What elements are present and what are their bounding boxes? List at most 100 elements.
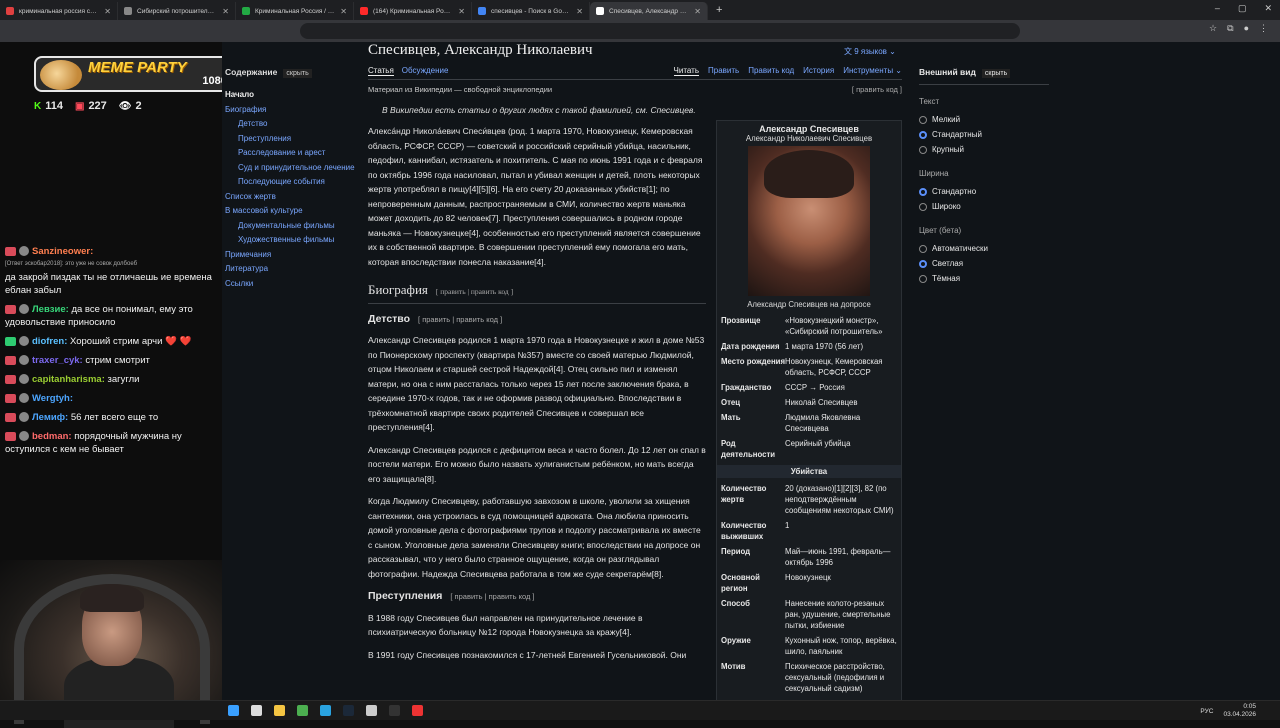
chrome-icon[interactable] xyxy=(297,705,308,716)
toc-link[interactable]: Суд и принудительное лечение xyxy=(230,163,355,172)
appearance-option[interactable]: Автоматически xyxy=(919,241,1049,256)
telegram-icon[interactable] xyxy=(320,705,331,716)
browser-tab[interactable]: криминальная россия спеси ✕ xyxy=(0,2,118,20)
clock[interactable]: 0:05 03.04.2026 xyxy=(1223,703,1256,719)
toc-hide-button[interactable]: скрыть xyxy=(283,69,312,78)
toc-item[interactable]: Преступления xyxy=(222,132,362,147)
appearance-option[interactable]: Стандартно xyxy=(919,184,1049,199)
toc-item[interactable]: Детство xyxy=(222,117,362,132)
chat-username[interactable]: capitanharisma: xyxy=(32,374,108,385)
toc-item[interactable]: Литература xyxy=(222,262,362,277)
browser-tab[interactable]: Сибирский потрошитель Ча ✕ xyxy=(118,2,236,20)
radio-icon[interactable] xyxy=(919,244,927,253)
windows-icon[interactable] xyxy=(228,705,239,716)
app-icon[interactable] xyxy=(412,705,423,716)
close-tab-icon[interactable]: ✕ xyxy=(458,7,465,16)
notes-icon[interactable] xyxy=(366,705,377,716)
page-action[interactable]: Править xyxy=(708,66,739,76)
steam-icon[interactable] xyxy=(343,705,354,716)
page-tab[interactable]: Обсуждение xyxy=(402,66,449,76)
toc-item[interactable]: Примечания xyxy=(222,248,362,263)
explorer-icon[interactable] xyxy=(274,705,285,716)
search-icon[interactable] xyxy=(251,705,262,716)
toc-link[interactable]: Детство xyxy=(230,119,267,128)
toc-item[interactable]: Документальные фильмы xyxy=(222,219,362,234)
appearance-option[interactable]: Широко xyxy=(919,199,1049,214)
toc-link[interactable]: Список жертв xyxy=(225,192,276,201)
page-action[interactable]: Читать xyxy=(673,66,699,76)
obs-icon[interactable] xyxy=(389,705,400,716)
radio-icon[interactable] xyxy=(919,202,927,211)
page-action[interactable]: История xyxy=(803,66,834,76)
toc-item[interactable]: Последующие события xyxy=(222,175,362,190)
toc-item[interactable]: Ссылки xyxy=(222,277,362,292)
browser-tab[interactable]: спесивцев - Поиск в Google ✕ xyxy=(472,2,590,20)
appearance-option[interactable]: Крупный xyxy=(919,142,1049,157)
radio-icon[interactable] xyxy=(919,274,927,283)
star-icon[interactable]: ☆ xyxy=(1209,23,1217,34)
menu-icon[interactable]: ⋮ xyxy=(1259,23,1268,34)
close-tab-icon[interactable]: ✕ xyxy=(222,7,229,16)
close-window-icon[interactable]: ✕ xyxy=(1264,3,1272,14)
languages-button[interactable]: 文 9 языков ⌄ xyxy=(844,46,896,57)
appearance-option[interactable]: Мелкий xyxy=(919,112,1049,127)
page-action[interactable]: Инструменты ⌄ xyxy=(843,66,902,76)
chat-username[interactable]: Левзие: xyxy=(32,304,71,315)
browser-tab[interactable]: Спесивцев, Александр Никол ✕ xyxy=(590,2,708,20)
radio-icon[interactable] xyxy=(919,145,927,154)
appearance-option[interactable]: Тёмная xyxy=(919,271,1049,286)
chat-username[interactable]: traxer_cyk: xyxy=(32,355,85,366)
close-tab-icon[interactable]: ✕ xyxy=(576,7,583,16)
minimize-icon[interactable]: – xyxy=(1215,3,1220,14)
toc-link[interactable]: Биография xyxy=(225,105,266,114)
chat-username[interactable]: Wergtyh: xyxy=(32,393,73,404)
page-action[interactable]: Править код xyxy=(748,66,794,76)
toc-link[interactable]: Последующие события xyxy=(230,177,325,186)
toc-item[interactable]: В массовой культуре xyxy=(222,204,362,219)
appearance-option[interactable]: Светлая xyxy=(919,256,1049,271)
edit-link[interactable]: [ править | править код ] xyxy=(450,592,534,601)
infobox-label: Мотив xyxy=(721,662,746,671)
toc-item[interactable]: Биография xyxy=(222,103,362,118)
radio-icon[interactable] xyxy=(919,187,927,196)
toc-link[interactable]: В массовой культуре xyxy=(225,206,303,215)
radio-icon[interactable] xyxy=(919,115,927,124)
maximize-icon[interactable]: ▢ xyxy=(1238,3,1247,14)
close-tab-icon[interactable]: ✕ xyxy=(104,7,111,16)
toc-link[interactable]: Ссылки xyxy=(225,279,253,288)
chat-username[interactable]: bedman: xyxy=(32,431,74,442)
toc-item[interactable]: Начало xyxy=(222,88,362,103)
toc-link[interactable]: Примечания xyxy=(225,250,271,259)
chat-username[interactable]: Sanzineower: xyxy=(32,246,93,257)
radio-icon[interactable] xyxy=(919,130,927,139)
toc-item[interactable]: Суд и принудительное лечение xyxy=(222,161,362,176)
paragraph: Александр Спесивцев родился с дефицитом … xyxy=(368,444,706,484)
toc-item[interactable]: Художественные фильмы xyxy=(222,233,362,248)
toc-link[interactable]: Художественные фильмы xyxy=(230,235,334,244)
toc-link[interactable]: Литература xyxy=(225,264,268,273)
toc-link[interactable]: Преступления xyxy=(230,134,291,143)
toc-link[interactable]: Документальные фильмы xyxy=(230,221,335,230)
new-tab-button[interactable]: + xyxy=(708,4,730,16)
appearance-hide-button[interactable]: скрыть xyxy=(981,69,1011,78)
toc-link[interactable]: Расследование и арест xyxy=(230,148,325,157)
toc-item[interactable]: Расследование и арест xyxy=(222,146,362,161)
close-tab-icon[interactable]: ✕ xyxy=(694,7,701,16)
browser-tab[interactable]: (164) Криминальная Росси ✕ xyxy=(354,2,472,20)
edit-link[interactable]: [ править | править код ] xyxy=(418,315,502,324)
edit-code-link[interactable]: [ править код ] xyxy=(852,85,902,94)
page-tab[interactable]: Статья xyxy=(368,66,394,76)
chat-username[interactable]: diofren: xyxy=(32,336,70,347)
infobox-photo[interactable] xyxy=(748,146,870,296)
extensions-icon[interactable]: ⧉ xyxy=(1227,23,1233,34)
toc-item[interactable]: Список жертв xyxy=(222,190,362,205)
language-indicator[interactable]: РУС xyxy=(1200,708,1213,715)
address-bar[interactable] xyxy=(300,23,1020,39)
browser-tab[interactable]: Криминальная Россия / Вып ✕ xyxy=(236,2,354,20)
close-tab-icon[interactable]: ✕ xyxy=(340,7,347,16)
chat-username[interactable]: Лемиф: xyxy=(32,412,71,423)
edit-link[interactable]: [ править | править код ] xyxy=(436,287,513,296)
appearance-option[interactable]: Стандартный xyxy=(919,127,1049,142)
radio-icon[interactable] xyxy=(919,259,927,268)
profile-icon[interactable]: ● xyxy=(1244,23,1249,34)
